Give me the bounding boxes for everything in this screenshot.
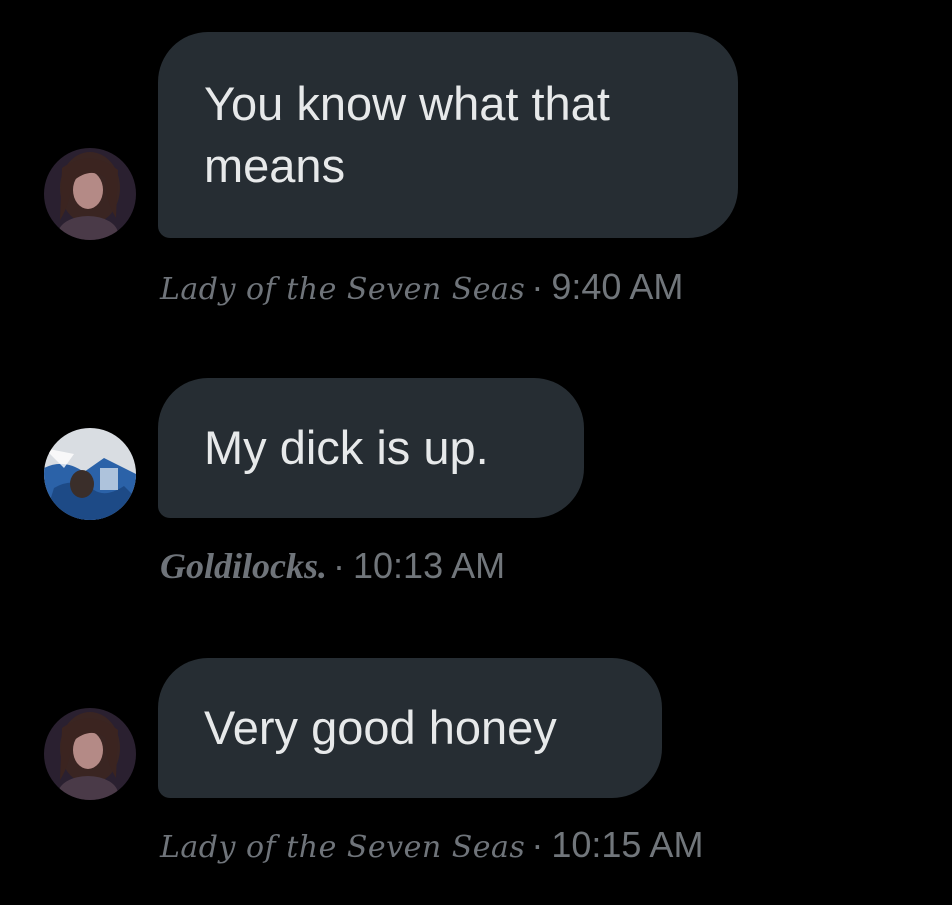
timestamp: 9:40 AM (551, 266, 684, 307)
message-meta: Goldilocks. · 10:13 AM (160, 545, 505, 587)
timestamp: 10:13 AM (353, 545, 506, 586)
message-text: Very good honey (204, 701, 557, 754)
message-meta: Lady of the Seven Seas · 9:40 AM (160, 266, 683, 308)
author-name[interactable]: Goldilocks. (160, 545, 327, 587)
timestamp: 10:15 AM (551, 824, 704, 865)
user-avatar-icon[interactable] (44, 148, 136, 240)
message-bubble[interactable]: You know what that means (158, 32, 738, 238)
user-avatar-icon[interactable] (44, 428, 136, 520)
separator-dot: · (333, 545, 345, 586)
author-name[interactable]: Lady of the Seven Seas (160, 830, 525, 865)
author-name[interactable]: Lady of the Seven Seas (160, 272, 525, 307)
user-avatar-icon[interactable] (44, 708, 136, 800)
message-text: My dick is up. (204, 421, 489, 474)
message-bubble[interactable]: Very good honey (158, 658, 662, 798)
message-bubble[interactable]: My dick is up. (158, 378, 584, 518)
separator-dot: · (531, 824, 544, 865)
message-text: You know what that means (204, 77, 610, 192)
separator-dot: · (531, 266, 544, 307)
message-meta: Lady of the Seven Seas · 10:15 AM (160, 824, 703, 866)
